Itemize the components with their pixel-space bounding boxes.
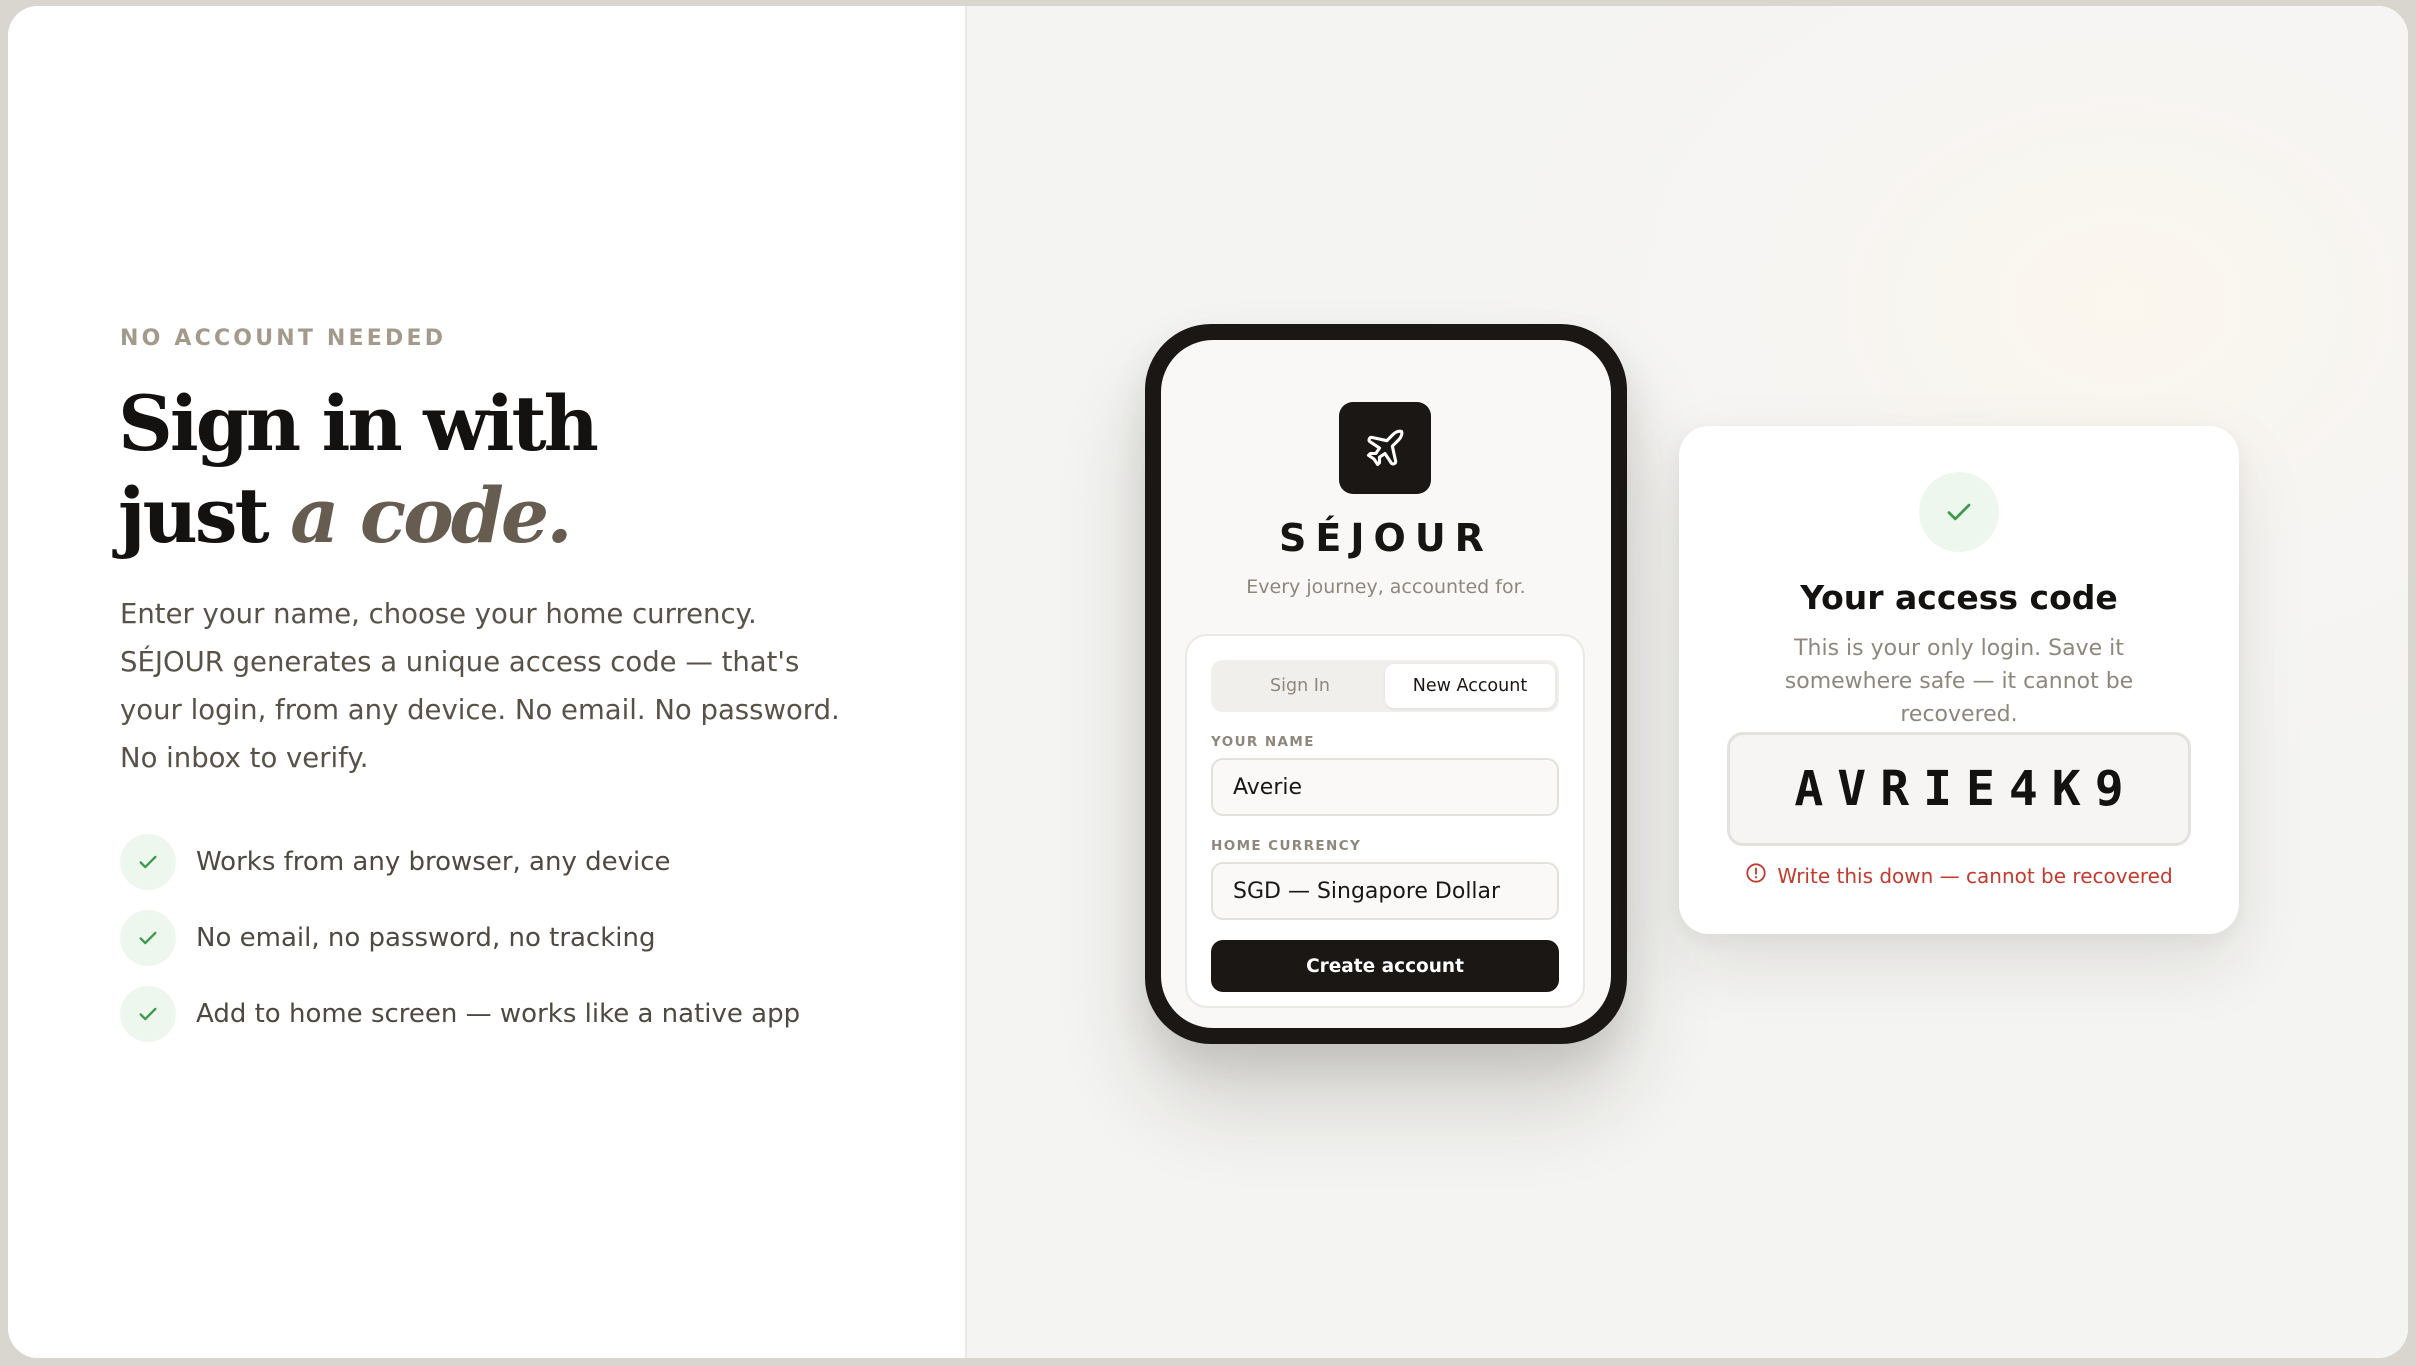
name-input[interactable]: Averie xyxy=(1211,758,1559,816)
feature-item: Works from any browser, any device xyxy=(120,832,800,892)
access-code-warning: Write this down — cannot be recovered xyxy=(1679,862,2239,889)
access-code-description: This is your only login. Save it somewhe… xyxy=(1784,636,2134,727)
warning-text: Write this down — cannot be recovered xyxy=(1777,863,2173,888)
access-code-card: Your access code This is your only login… xyxy=(1679,426,2239,934)
feature-item: Add to home screen — works like a native… xyxy=(120,984,800,1044)
alert-circle-icon xyxy=(1745,862,1767,889)
tab-sign-in[interactable]: Sign In xyxy=(1215,664,1385,708)
headline-line-2-plain: just xyxy=(118,471,291,560)
brand-name: SÉJOUR xyxy=(1279,516,1493,560)
intro-panel: NO ACCOUNT NEEDED Sign in with just a co… xyxy=(8,6,967,1358)
headline-line-1: Sign in with xyxy=(118,379,599,468)
headline-line-2-accent: a code. xyxy=(290,471,573,560)
check-icon xyxy=(120,986,176,1042)
check-icon xyxy=(1919,472,1999,552)
brand-tagline: Every journey, accounted for. xyxy=(1246,576,1526,598)
preview-panel: SÉJOUR Every journey, accounted for. Sig… xyxy=(967,6,2408,1358)
feature-list: Works from any browser, any device No em… xyxy=(120,832,800,1060)
currency-select[interactable]: SGD — Singapore Dollar xyxy=(1211,862,1559,920)
signup-form: Sign In New Account YOUR NAME Averie HOM… xyxy=(1185,634,1585,1008)
app-frame: NO ACCOUNT NEEDED Sign in with just a co… xyxy=(8,6,2408,1358)
check-icon xyxy=(120,834,176,890)
phone-mockup: SÉJOUR Every journey, accounted for. Sig… xyxy=(1145,324,1627,1044)
feature-text: Add to home screen — works like a native… xyxy=(196,999,801,1029)
access-code-value[interactable]: AVRIE4K9 xyxy=(1727,732,2191,846)
phone-screen: SÉJOUR Every journey, accounted for. Sig… xyxy=(1161,340,1611,1028)
create-account-button[interactable]: Create account xyxy=(1211,940,1559,992)
feature-text: No email, no password, no tracking xyxy=(196,923,656,953)
airplane-icon xyxy=(1339,402,1431,494)
intro-description: Enter your name, choose your home curren… xyxy=(120,598,840,774)
eyebrow-label: NO ACCOUNT NEEDED xyxy=(120,326,447,351)
page-title: Sign in with just a code. xyxy=(118,378,599,562)
currency-label: HOME CURRENCY xyxy=(1211,838,1362,854)
feature-item: No email, no password, no tracking xyxy=(120,908,800,968)
tab-new-account[interactable]: New Account xyxy=(1385,664,1555,708)
feature-text: Works from any browser, any device xyxy=(196,847,671,877)
access-code-title: Your access code xyxy=(1800,578,2118,617)
name-label: YOUR NAME xyxy=(1211,734,1315,750)
auth-tabs: Sign In New Account xyxy=(1211,660,1559,712)
check-icon xyxy=(120,910,176,966)
